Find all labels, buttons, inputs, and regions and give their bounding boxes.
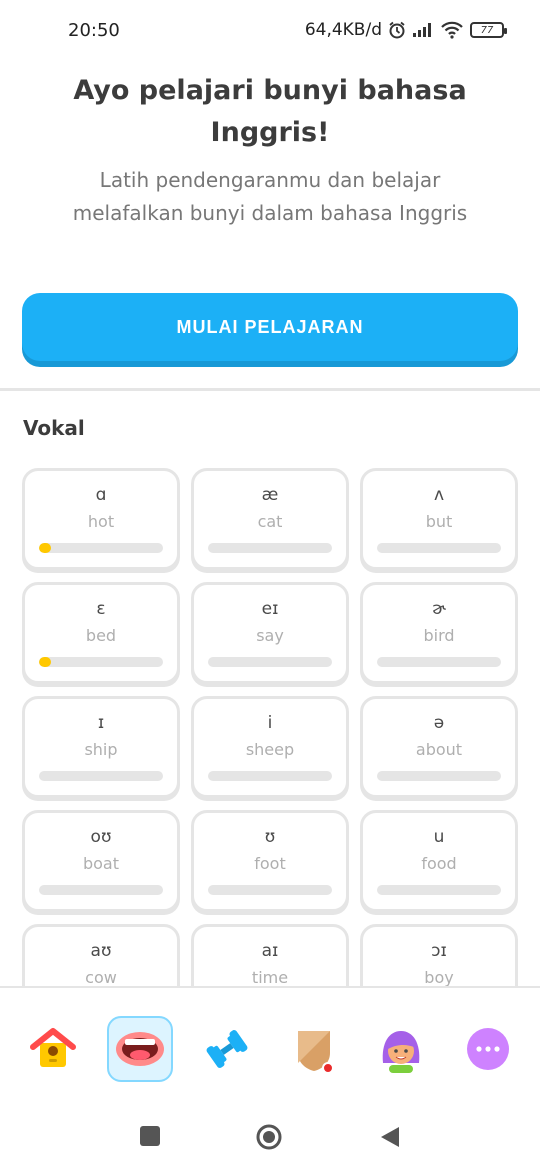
sound-example-word: bird — [423, 626, 455, 645]
sound-example-word: but — [425, 512, 453, 531]
sound-card[interactable]: ʌ but — [360, 468, 518, 570]
sound-progress-fill — [39, 657, 52, 667]
dumbbell-icon — [206, 1030, 248, 1068]
sound-symbol: ʌ — [433, 485, 445, 505]
sound-symbol: ɛ — [96, 599, 106, 619]
sound-symbol: ʊ — [264, 827, 276, 847]
sound-card[interactable]: ʊ foot — [191, 810, 349, 912]
back-triangle-icon — [381, 1127, 399, 1147]
back-button[interactable] — [380, 1126, 400, 1152]
nav-sounds[interactable] — [107, 1016, 173, 1082]
sound-example-word: boat — [82, 854, 120, 873]
sound-progress-bar — [208, 885, 332, 895]
sound-example-word: sheep — [245, 740, 295, 759]
sound-example-word: time — [251, 968, 289, 986]
sound-example-word: cow — [85, 968, 117, 986]
sound-symbol: aɪ — [261, 941, 279, 961]
sound-card[interactable]: ɑ hot — [22, 468, 180, 570]
wifi-icon — [440, 21, 464, 39]
bottom-nav — [0, 986, 540, 1086]
sound-progress-bar — [377, 885, 501, 895]
sound-card[interactable]: ɔɪ boy — [360, 924, 518, 986]
more-icon — [467, 1028, 509, 1070]
sound-progress-bar — [39, 543, 163, 553]
sound-grid: ɑ hot æ cat ʌ but ɛ bed eɪ say ɚ bird ɪ ship i sheep ə ab… — [22, 468, 520, 986]
recent-apps-button[interactable] — [140, 1126, 160, 1150]
sound-card[interactable]: oʊ boat — [22, 810, 180, 912]
section-divider — [0, 388, 540, 391]
sound-card[interactable]: æ cat — [191, 468, 349, 570]
sound-progress-bar — [208, 543, 332, 553]
status-right: 64,4KB/d 77 — [304, 20, 507, 40]
nav-leagues[interactable] — [281, 1016, 347, 1082]
sound-card[interactable]: i sheep — [191, 696, 349, 798]
page-subtitle: Latih pendengaranmu dan belajar melafalk… — [72, 168, 468, 225]
sound-symbol: ə — [433, 713, 445, 733]
shield-icon — [298, 1031, 334, 1074]
circle-icon — [256, 1124, 282, 1150]
sound-example-word: cat — [257, 512, 283, 531]
sound-example-word: hot — [87, 512, 115, 531]
sound-symbol: aʊ — [90, 941, 112, 961]
sound-grid-viewport[interactable]: ɑ hot æ cat ʌ but ɛ bed eɪ say ɚ bird ɪ ship i sheep ə ab… — [22, 468, 520, 986]
sound-example-word: say — [256, 626, 284, 645]
sound-symbol: u — [433, 827, 445, 847]
sound-card[interactable]: aʊ cow — [22, 924, 180, 986]
sound-progress-bar — [39, 885, 163, 895]
home-icon — [30, 1028, 76, 1067]
nav-home[interactable] — [20, 1016, 86, 1082]
sound-card[interactable]: ɪ ship — [22, 696, 180, 798]
battery-icon: 77 — [470, 22, 507, 38]
sound-example-word: boy — [424, 968, 454, 986]
sound-example-word: foot — [254, 854, 286, 873]
status-bar: 20:50 64,4KB/d 77 — [0, 0, 540, 62]
system-nav-bar — [0, 1100, 540, 1170]
sound-progress-bar — [377, 657, 501, 667]
sound-progress-fill — [39, 543, 52, 553]
nav-more[interactable] — [455, 1016, 521, 1082]
status-time: 20:50 — [68, 20, 120, 41]
sound-progress-bar — [208, 771, 332, 781]
sound-symbol: eɪ — [261, 599, 279, 619]
sound-symbol: i — [267, 713, 273, 733]
sound-card[interactable]: u food — [360, 810, 518, 912]
sound-card[interactable]: aɪ time — [191, 924, 349, 986]
sound-symbol: ɚ — [432, 599, 446, 619]
sound-progress-bar — [208, 657, 332, 667]
section-title-vowels: Vokal — [23, 416, 85, 440]
sound-card[interactable]: ə about — [360, 696, 518, 798]
sound-example-word: about — [415, 740, 463, 759]
sound-card[interactable]: ɛ bed — [22, 582, 180, 684]
nav-practice[interactable] — [194, 1016, 260, 1082]
sound-card[interactable]: ɚ bird — [360, 582, 518, 684]
mouth-icon — [116, 1032, 164, 1066]
nav-profile[interactable] — [368, 1016, 434, 1082]
page-title: Ayo pelajari bunyi bahasa Inggris! — [73, 75, 467, 148]
sound-symbol: ɑ — [95, 485, 107, 505]
sound-example-word: bed — [85, 626, 117, 645]
sound-example-word: ship — [84, 740, 118, 759]
sound-card[interactable]: eɪ say — [191, 582, 349, 684]
sound-symbol: oʊ — [90, 827, 112, 847]
sound-progress-bar — [377, 771, 501, 781]
profile-avatar-icon — [382, 1031, 420, 1073]
sound-progress-bar — [39, 657, 163, 667]
alarm-icon — [388, 21, 406, 39]
start-lesson-button[interactable]: MULAI PELAJARAN — [22, 293, 518, 361]
sound-symbol: ɪ — [97, 713, 105, 733]
sound-example-word: food — [421, 854, 457, 873]
signal-icon — [412, 22, 434, 38]
sound-symbol: æ — [261, 485, 279, 505]
sound-progress-bar — [377, 543, 501, 553]
square-icon — [140, 1126, 160, 1146]
home-button[interactable] — [256, 1124, 282, 1154]
sound-progress-bar — [39, 771, 163, 781]
network-speed: 64,4KB/d — [304, 20, 382, 40]
sound-symbol: ɔɪ — [431, 941, 447, 961]
